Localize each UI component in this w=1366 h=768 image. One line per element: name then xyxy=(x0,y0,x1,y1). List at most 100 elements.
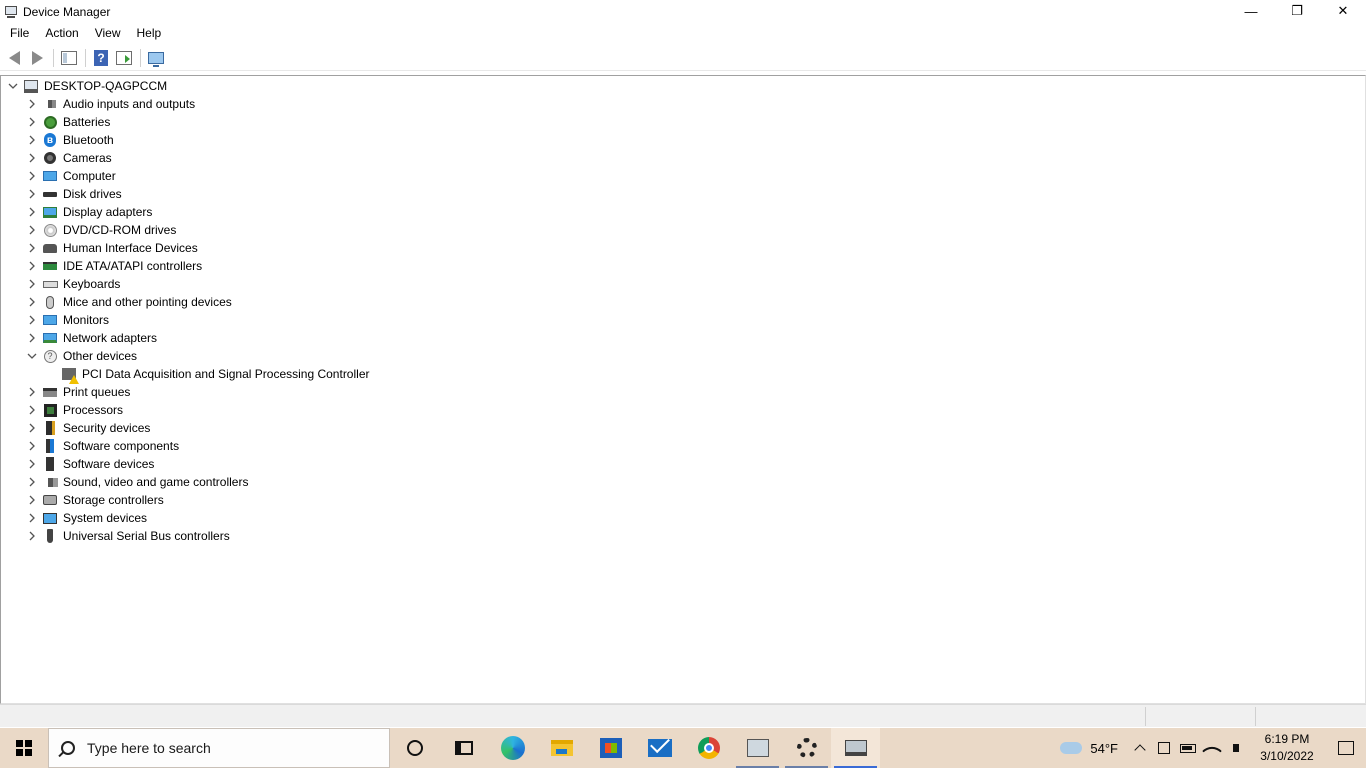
menu-help[interactable]: Help xyxy=(131,23,168,44)
weather-widget[interactable]: 54°F xyxy=(1060,741,1118,756)
tree-category[interactable]: Human Interface Devices xyxy=(1,239,369,257)
expand-chevron-icon[interactable] xyxy=(27,311,37,329)
tree-category[interactable]: Keyboards xyxy=(1,275,369,293)
maximize-button[interactable]: ❐ xyxy=(1274,0,1320,22)
tree-category[interactable]: Software devices xyxy=(1,455,369,473)
expand-chevron-icon[interactable] xyxy=(27,491,37,509)
expand-chevron-icon[interactable] xyxy=(27,275,37,293)
update-driver-button[interactable] xyxy=(113,47,135,69)
expand-chevron-icon[interactable] xyxy=(27,473,37,491)
tree-category[interactable]: Audio inputs and outputs xyxy=(1,95,369,113)
tree-category[interactable]: Network adapters xyxy=(1,329,369,347)
edge-button[interactable] xyxy=(488,728,537,768)
tree-category[interactable]: Cameras xyxy=(1,149,369,167)
tree-category[interactable]: Mice and other pointing devices xyxy=(1,293,369,311)
clock[interactable]: 6:19 PM 3/10/2022 xyxy=(1248,731,1326,765)
tree-item-label: Software devices xyxy=(63,457,155,471)
edge-icon xyxy=(500,736,525,760)
tree-category[interactable]: Storage controllers xyxy=(1,491,369,509)
tree-category[interactable]: ʙ Bluetooth xyxy=(1,131,369,149)
status-separator xyxy=(1145,707,1146,726)
properties-button[interactable] xyxy=(58,47,80,69)
tree-category[interactable]: Disk drives xyxy=(1,185,369,203)
collapse-chevron-icon[interactable] xyxy=(27,347,37,365)
minimize-button[interactable]: — xyxy=(1228,0,1274,22)
show-hidden-icons-button[interactable] xyxy=(1128,728,1152,768)
close-button[interactable]: ✕ xyxy=(1320,0,1366,22)
store-button[interactable] xyxy=(586,728,635,768)
status-separator xyxy=(1255,707,1256,726)
expand-chevron-icon[interactable] xyxy=(27,527,37,545)
tree-device[interactable]: PCI Data Acquisition and Signal Processi… xyxy=(1,365,369,384)
notification-center-button[interactable] xyxy=(1326,728,1366,768)
menu-view[interactable]: View xyxy=(89,23,127,44)
volume-button[interactable] xyxy=(1224,728,1248,768)
tree-category[interactable]: Monitors xyxy=(1,311,369,329)
expand-chevron-icon[interactable] xyxy=(27,113,37,131)
tree-item-label: Cameras xyxy=(63,151,112,165)
tree-category[interactable]: Processors xyxy=(1,401,369,419)
chrome-button[interactable] xyxy=(684,728,733,768)
tree-category[interactable]: Sound, video and game controllers xyxy=(1,473,369,491)
taskbar-search-box[interactable]: Type here to search xyxy=(48,728,390,768)
expand-chevron-icon[interactable] xyxy=(27,257,37,275)
forward-arrow-icon xyxy=(31,51,43,65)
expand-chevron-icon[interactable] xyxy=(27,419,37,437)
menu-file[interactable]: File xyxy=(4,23,35,44)
device-manager-taskbar-button[interactable] xyxy=(831,728,880,768)
start-button[interactable] xyxy=(0,728,48,768)
expand-chevron-icon[interactable] xyxy=(27,383,37,401)
settings-button[interactable] xyxy=(782,728,831,768)
expand-chevron-icon[interactable] xyxy=(27,401,37,419)
help-button[interactable]: ? xyxy=(90,47,112,69)
expand-chevron-icon[interactable] xyxy=(27,293,37,311)
expand-chevron-icon[interactable] xyxy=(27,167,37,185)
battery-button[interactable] xyxy=(1176,728,1200,768)
task-view-icon xyxy=(454,741,473,755)
file-explorer-button[interactable] xyxy=(537,728,586,768)
task-view-button[interactable] xyxy=(439,728,488,768)
scan-hardware-button[interactable] xyxy=(145,47,167,69)
expand-chevron-icon[interactable] xyxy=(27,185,37,203)
expand-chevron-icon[interactable] xyxy=(27,149,37,167)
menu-action[interactable]: Action xyxy=(39,23,84,44)
tree-category[interactable]: Batteries xyxy=(1,113,369,131)
expand-chevron-icon[interactable] xyxy=(27,455,37,473)
tree-category[interactable]: Computer xyxy=(1,167,369,185)
expand-chevron-icon[interactable] xyxy=(27,131,37,149)
tree-category[interactable]: Print queues xyxy=(1,383,369,401)
expand-chevron-icon[interactable] xyxy=(27,437,37,455)
forward-button[interactable] xyxy=(26,47,48,69)
tree-category[interactable]: DVD/CD-ROM drives xyxy=(1,221,369,239)
tree-item-label: Keyboards xyxy=(63,277,121,291)
cortana-button[interactable] xyxy=(390,728,439,768)
expand-chevron-icon[interactable] xyxy=(27,95,37,113)
tree-category[interactable]: IDE ATA/ATAPI controllers xyxy=(1,257,369,275)
back-button[interactable] xyxy=(3,47,25,69)
expand-chevron-icon[interactable] xyxy=(27,203,37,221)
tree-category[interactable]: Universal Serial Bus controllers xyxy=(1,527,369,545)
tree-root[interactable]: DESKTOP-QAGPCCM xyxy=(1,77,369,95)
speaker-icon xyxy=(42,96,58,112)
tree-item-label: DESKTOP-QAGPCCM xyxy=(44,79,168,93)
toolbar: ? xyxy=(0,46,1366,71)
monitor-icon xyxy=(42,312,58,328)
tree-category[interactable]: ? Other devices xyxy=(1,347,369,365)
mouse-icon xyxy=(42,294,58,310)
tree-category[interactable]: Security devices xyxy=(1,419,369,437)
tree-category[interactable]: System devices xyxy=(1,509,369,527)
status-bar xyxy=(0,704,1366,727)
keyboard-icon xyxy=(42,276,58,292)
collapse-chevron-icon[interactable] xyxy=(8,77,18,95)
expand-chevron-icon[interactable] xyxy=(27,239,37,257)
tree-category[interactable]: Software components xyxy=(1,437,369,455)
tree-category[interactable]: Display adapters xyxy=(1,203,369,221)
meet-now-button[interactable] xyxy=(1152,728,1176,768)
expand-chevron-icon[interactable] xyxy=(27,221,37,239)
mail-button[interactable] xyxy=(635,728,684,768)
expand-chevron-icon[interactable] xyxy=(27,509,37,527)
network-button[interactable] xyxy=(1200,728,1224,768)
device-tree-pane[interactable]: DESKTOP-QAGPCCM Audio inputs and outputs B… xyxy=(0,75,1366,704)
expand-chevron-icon[interactable] xyxy=(27,329,37,347)
remote-desktop-button[interactable] xyxy=(733,728,782,768)
